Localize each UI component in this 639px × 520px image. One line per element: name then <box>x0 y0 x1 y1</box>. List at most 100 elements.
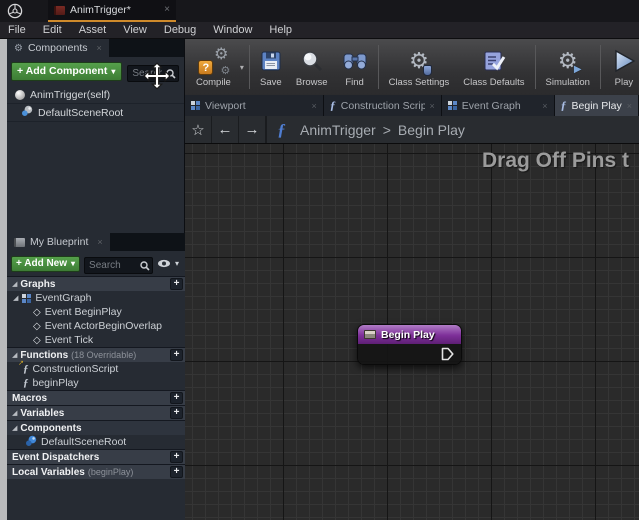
browse-button[interactable]: Browse <box>289 45 335 90</box>
close-icon[interactable]: × <box>97 237 102 247</box>
my-blueprint-tab-label: My Blueprint <box>30 236 88 248</box>
expander-icon[interactable]: ◢ <box>12 424 17 432</box>
tree-item-event-tick[interactable]: ◇ Event Tick <box>7 333 185 347</box>
class-defaults-label: Class Defaults <box>463 77 524 88</box>
add-new-button[interactable]: + Add New ▾ <box>11 256 80 272</box>
class-defaults-button[interactable]: Class Defaults <box>456 45 531 90</box>
defaultsceneroot-label: DefaultSceneRoot <box>41 436 126 448</box>
add-event-dispatcher-button[interactable]: + <box>170 451 183 463</box>
expander-icon[interactable]: ◢ <box>12 409 17 417</box>
close-icon[interactable]: × <box>430 101 435 111</box>
section-components-category[interactable]: ◢ Components <box>7 420 185 435</box>
move-cursor-icon <box>143 62 171 95</box>
event-node-icon: ◇ <box>33 335 41 346</box>
forward-button[interactable]: → <box>239 116 266 143</box>
close-icon[interactable]: × <box>164 5 170 15</box>
visibility-filter-button[interactable]: ▾ <box>157 259 181 268</box>
tab-event-graph[interactable]: Event Graph × <box>442 95 555 116</box>
close-icon[interactable]: × <box>627 101 632 111</box>
add-component-button[interactable]: + Add Component ▾ <box>11 62 122 81</box>
save-label: Save <box>260 77 282 88</box>
favorite-star-button[interactable]: ☆ <box>185 116 212 143</box>
local-variables-label: Local Variables <box>12 467 85 478</box>
my-blueprint-search <box>84 255 153 272</box>
menu-file[interactable]: File <box>8 24 26 36</box>
unreal-logo-icon[interactable] <box>7 3 23 19</box>
section-variables[interactable]: ◢ Variables + <box>7 405 185 420</box>
tree-item-event-actorbeginoverlap[interactable]: ◇ Event ActorBeginOverlap <box>7 319 185 333</box>
eventgraph-label: EventGraph <box>35 292 91 304</box>
node-header[interactable]: Begin Play <box>358 325 461 344</box>
section-event-dispatchers[interactable]: Event Dispatchers + <box>7 449 185 464</box>
play-button[interactable]: Play <box>604 45 639 90</box>
section-functions[interactable]: ◢ Functions (18 Overridable) + <box>7 347 185 362</box>
event-dispatchers-label: Event Dispatchers <box>12 452 99 463</box>
components-tab-label: Components <box>28 42 88 54</box>
tab-begin-play[interactable]: ƒ Begin Play × <box>555 95 639 116</box>
toolbar-separator <box>535 45 536 89</box>
scene-root-label: DefaultSceneRoot <box>38 107 123 119</box>
tree-item-constructionscript[interactable]: ↗ ƒ ConstructionScript <box>7 362 185 376</box>
functions-overridable-count: (18 Overridable) <box>71 350 136 360</box>
graph-watermark: Drag Off Pins t <box>482 149 629 173</box>
event-graph-tab-label: Event Graph <box>462 100 521 112</box>
save-button[interactable]: Save <box>253 45 289 90</box>
variables-header-label: Variables <box>20 408 64 419</box>
tree-item-event-beginplay[interactable]: ◇ Event BeginPlay <box>7 305 185 319</box>
expander-icon[interactable]: ◢ <box>13 294 18 302</box>
tab-components[interactable]: ⚙ Components × <box>7 39 109 57</box>
menu-help[interactable]: Help <box>269 24 292 36</box>
compile-label: Compile <box>196 77 231 88</box>
event-tick-label: Event Tick <box>45 334 93 346</box>
simulation-button[interactable]: ⚙ ▶ Simulation <box>539 45 597 90</box>
compile-status-icon: ? <box>198 60 213 75</box>
section-local-variables[interactable]: Local Variables (beginPlay) + <box>7 464 185 479</box>
blueprint-asset-icon <box>54 6 65 15</box>
tab-viewport[interactable]: Viewport × <box>185 95 324 116</box>
tree-item-beginplay-function[interactable]: ƒ beginPlay <box>7 376 185 390</box>
section-macros[interactable]: Macros + <box>7 390 185 405</box>
function-entry-icon <box>364 330 376 339</box>
add-macro-button[interactable]: + <box>170 392 183 404</box>
expander-icon[interactable]: ◢ <box>12 280 17 288</box>
menu-window[interactable]: Window <box>213 24 252 36</box>
tree-item-defaultsceneroot[interactable]: DefaultSceneRoot <box>7 435 185 449</box>
add-local-variable-button[interactable]: + <box>170 466 183 478</box>
menu-asset[interactable]: Asset <box>79 24 107 36</box>
shield-icon <box>423 65 432 76</box>
function-icon: ƒ <box>23 377 29 389</box>
find-button[interactable]: Find <box>335 45 375 90</box>
graph-canvas[interactable]: Drag Off Pins t Begin Play <box>185 144 639 520</box>
tab-construction-script[interactable]: ƒ Construction Scrip × <box>324 95 442 116</box>
compile-options-caret[interactable]: ▾ <box>240 63 244 72</box>
close-icon[interactable]: × <box>542 101 547 111</box>
compile-button[interactable]: ⚙ ⚙ ? Compile <box>189 45 238 90</box>
event-graph-icon <box>22 294 31 303</box>
menu-edit[interactable]: Edit <box>43 24 62 36</box>
add-variable-button[interactable]: + <box>170 407 183 419</box>
blueprint-toolbar: ⚙ ⚙ ? Compile ▾ Save Browse Find <box>185 39 639 95</box>
breadcrumb-root[interactable]: AnimTrigger <box>300 122 376 138</box>
tab-my-blueprint[interactable]: My Blueprint × <box>7 233 110 251</box>
exec-pin-icon[interactable] <box>441 347 454 366</box>
add-function-button[interactable]: + <box>170 349 183 361</box>
begin-play-node[interactable]: Begin Play <box>357 324 462 365</box>
menu-debug[interactable]: Debug <box>164 24 196 36</box>
asset-tab-animtrigger[interactable]: AnimTrigger* × <box>48 0 176 22</box>
add-graph-button[interactable]: + <box>170 278 183 290</box>
play-icon: ▶ <box>574 64 582 75</box>
blueprint-editor-window: AnimTrigger* × File Edit Asset View Debu… <box>0 0 639 520</box>
menu-view[interactable]: View <box>123 24 147 36</box>
component-row-scene-root[interactable]: DefaultSceneRoot <box>7 104 184 122</box>
graph-breadcrumb-bar: ☆ ← → ƒ AnimTrigger > Begin Play <box>185 116 639 144</box>
components-icon: ⚙ <box>14 43 23 54</box>
tree-item-eventgraph[interactable]: ◢ EventGraph <box>7 291 185 305</box>
back-button[interactable]: ← <box>212 116 239 143</box>
close-icon[interactable]: × <box>312 101 317 111</box>
scene-component-icon <box>21 104 33 122</box>
class-settings-button[interactable]: ⚙ Class Settings <box>382 45 457 90</box>
event-node-icon: ◇ <box>33 307 41 318</box>
expander-icon[interactable]: ◢ <box>12 351 17 359</box>
section-graphs[interactable]: ◢ Graphs + <box>7 276 185 291</box>
close-icon[interactable]: × <box>97 43 102 53</box>
